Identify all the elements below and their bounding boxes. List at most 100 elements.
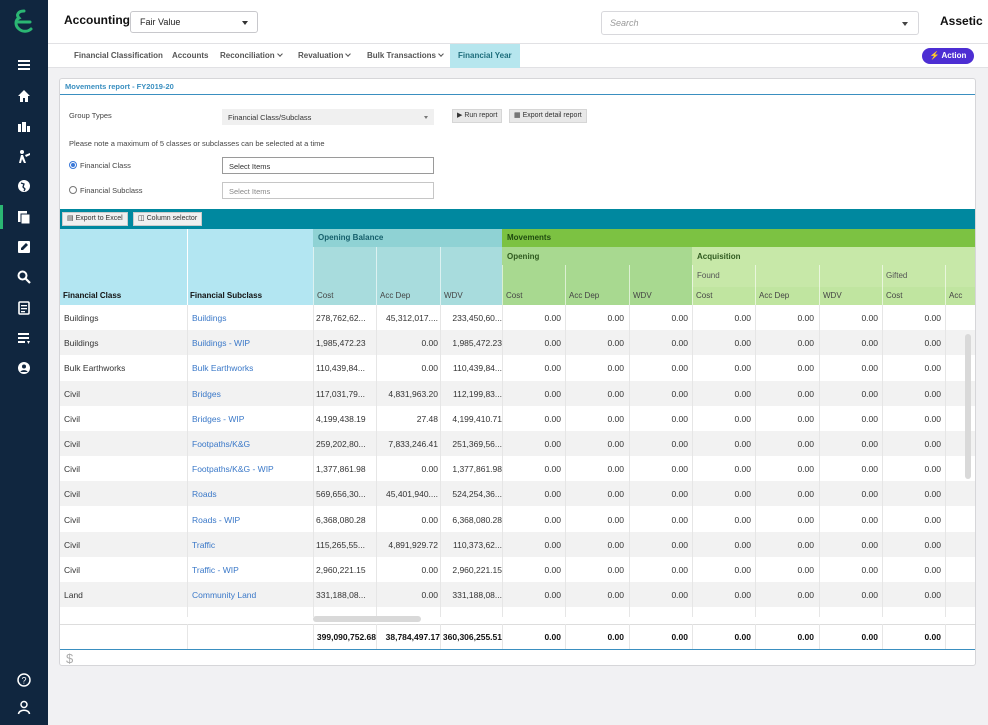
cell-zero: 0.00 [671,413,688,424]
cell-financial-subclass-link[interactable]: Footpaths/K&G - WIP [192,464,274,474]
column-selector-button[interactable]: ◫ Column selector [133,212,203,226]
cell-zero: 0.00 [861,539,878,550]
nav-accounts[interactable]: Accounts [172,44,208,68]
total-zero: 0.00 [734,632,751,642]
cell-financial-subclass-link[interactable]: Bridges - WIP [192,414,244,424]
col-financial-class: Financial Class [63,291,122,300]
column-divider [755,624,756,649]
cell-zero: 0.00 [924,439,941,449]
cell-zero: 0.00 [671,590,688,601]
action-button[interactable]: ⚡ Action [922,48,974,64]
column-divider [565,265,566,305]
financial-class-select-placeholder: Select Items [229,162,271,171]
chevron-down-icon[interactable] [902,22,908,26]
column-divider [187,229,188,305]
gifted-subheader: Gifted [886,271,908,280]
cell-zero: 0.00 [671,439,688,449]
cell-zero: 0.00 [671,514,688,525]
financial-class-radio[interactable] [69,161,77,169]
search-icon[interactable] [12,267,36,287]
cell-financial-subclass-link[interactable]: Roads - WIP [192,515,240,525]
user-icon[interactable] [12,697,36,717]
cell-financial-subclass-link[interactable]: Bridges [192,389,221,399]
financial-subclass-select[interactable]: Select Items [222,182,434,199]
chevron-down-icon [438,51,444,57]
cell-financial-subclass-link[interactable]: Buildings [192,313,227,323]
cell-zero: 0.00 [607,338,624,349]
cell-zero: 0.00 [924,338,941,349]
nav-financial-year[interactable]: Financial Year [450,44,520,68]
menu-icon[interactable] [12,55,36,75]
cell-ob-accdep: 0.00 [421,565,438,575]
search-box[interactable] [601,11,919,35]
export-to-excel-button[interactable]: ▤ Export to Excel [62,212,128,226]
column-divider [945,624,946,649]
cell-zero: 0.00 [734,313,751,323]
cell-ob-cost: 278,762,62... [316,313,366,323]
cell-zero: 0.00 [797,413,814,424]
cell-ob-accdep: 0.00 [421,590,438,601]
edit-icon[interactable] [12,237,36,257]
nav-financial-classification[interactable]: Financial Classification [74,44,163,68]
nav-label: Financial Classification [74,51,163,60]
nav-label: Financial Year [458,51,512,60]
nav-label: Reconciliation [220,51,275,60]
excel-icon: ▤ [67,215,74,222]
nav-revaluation[interactable]: Revaluation [298,44,352,68]
cell-financial-subclass-link[interactable]: Buildings - WIP [192,338,250,348]
cell-financial-subclass-link[interactable]: Footpaths/K&G [192,439,250,449]
group-types-value: Financial Class/Subclass [228,113,312,122]
view-select-value: Fair Value [140,17,181,27]
view-select[interactable]: Fair Value [130,11,258,33]
cell-financial-class: Civil [64,464,81,475]
chevron-down-icon [424,116,428,119]
grid-bottom-border [60,649,975,650]
play-icon: ▶ [457,112,463,119]
globe-icon[interactable] [12,176,36,196]
horizontal-scrollbar[interactable] [313,616,421,622]
column-divider [945,305,946,618]
assetic-logo-icon[interactable] [13,9,35,35]
vertical-scrollbar[interactable] [965,334,971,479]
worker-icon[interactable] [12,147,36,167]
list-icon[interactable] [12,328,36,348]
cell-zero: 0.00 [544,565,561,575]
cell-zero: 0.00 [607,565,624,575]
financial-subclass-radio[interactable] [69,186,77,194]
shield-icon[interactable] [12,358,36,378]
cell-zero: 0.00 [607,313,624,323]
column-divider [629,624,630,649]
cell-financial-subclass-link[interactable]: Bulk Earthworks [192,363,253,373]
cell-zero: 0.00 [671,464,688,475]
report-icon[interactable] [12,298,36,318]
cell-financial-subclass-link[interactable]: Traffic - WIP [192,565,239,575]
documents-icon[interactable] [12,207,36,227]
column-divider [629,305,630,618]
cell-zero: 0.00 [861,590,878,601]
movements-report-panel: Movements report - FY2019-20 Group Types… [59,78,976,666]
column-divider [440,247,441,305]
nav-reconciliation[interactable]: Reconciliation [220,44,283,68]
nav-bar: Financial Classification Accounts Reconc… [48,44,988,68]
group-types-select[interactable]: Financial Class/Subclass [222,109,434,125]
column-divider [882,624,883,649]
cell-ob-accdep: 7,833,246.41 [388,439,438,449]
financial-class-select[interactable]: Select Items [222,157,434,174]
dashboard-icon[interactable] [12,116,36,136]
run-report-button[interactable]: ▶ Run report [452,109,503,123]
nav-bulk-transactions[interactable]: Bulk Transactions [367,44,444,68]
column-divider [440,624,441,649]
export-detail-report-button[interactable]: ▦ Export detail report [509,109,587,123]
cell-ob-accdep: 27.48 [416,413,438,424]
home-icon[interactable] [12,86,36,106]
cell-ob-wdv: 112,199,83... [453,388,502,399]
cell-zero: 0.00 [671,489,688,500]
cell-financial-subclass-link[interactable]: Roads [192,489,217,499]
help-icon[interactable]: ? [12,670,36,690]
search-input[interactable] [610,16,880,30]
cell-ob-wdv: 2,960,221.15 [452,565,502,575]
cell-financial-class: Land [64,590,83,601]
cell-financial-subclass-link[interactable]: Traffic [192,540,215,550]
column-divider [819,265,820,305]
cell-financial-subclass-link[interactable]: Community Land [192,590,256,600]
